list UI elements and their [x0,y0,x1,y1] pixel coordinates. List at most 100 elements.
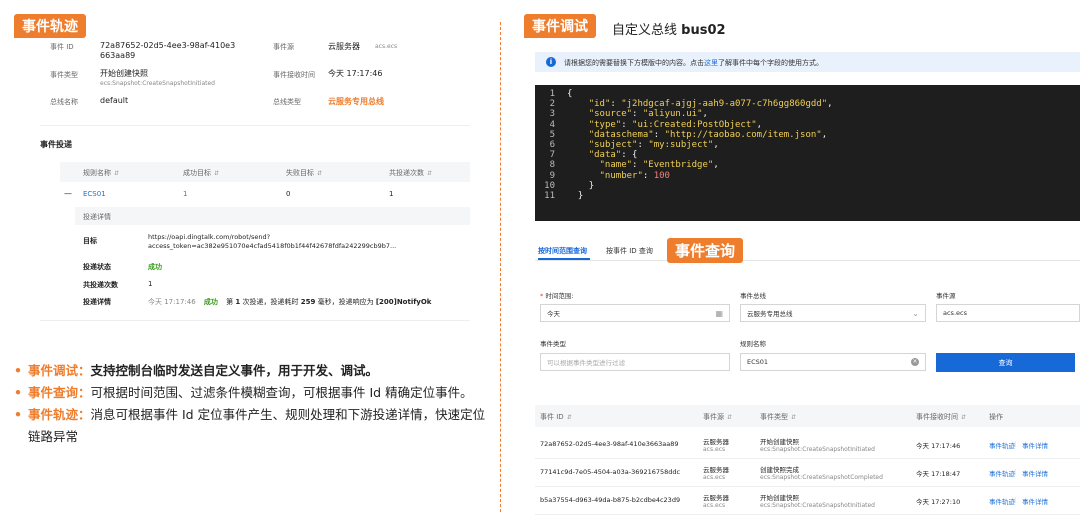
row-event-id: 77141c9d-7e05-4504-a03a-369216758ddc [540,468,681,476]
count-value: 1 [148,280,153,288]
event-source-value: 云服务器 [328,42,360,51]
target-value-line2: access_token=ac382e951070e4cfad5418f0b1f… [148,242,397,250]
sort-icon[interactable]: ⇵ [114,170,119,177]
event-detail-link[interactable]: 事件详情 [1022,496,1048,506]
receive-time-label: 事件接收时间 [273,71,315,79]
col-event-type[interactable]: 事件类型 ⇵ [760,412,796,422]
query-button[interactable]: 查询 [936,353,1075,372]
event-detail-link[interactable]: 事件详情 [1022,440,1048,450]
row-type: 创建快照完成 [760,466,799,474]
col-actions: 操作 [989,413,1003,421]
tab-event-id[interactable]: 按事件 ID 查询 [606,246,653,256]
collapse-row-icon[interactable]: — [64,189,72,198]
chevron-down-icon: ⌄ [912,308,919,318]
row-source-sub: acs.ecs [703,502,726,509]
sort-icon[interactable]: ⇵ [214,170,219,177]
event-bus-label: 事件总线 [740,292,766,300]
col-rule-name[interactable]: 规则名称 ⇵ [83,168,119,178]
bullet-debug: • 事件调试：支持控制台临时发送自定义事件，用于开发、调试。 [14,363,379,378]
code-line: 4 "type": "ui:Created:PostObject", [549,119,763,130]
event-type-value: 开始创建快照 [100,69,148,78]
event-trace-link[interactable]: 事件轨迹 [989,496,1015,506]
tab-time-range[interactable]: 按时间范围查询 [538,246,587,256]
row-time: 今天 17:27:10 [916,498,961,506]
row-source: 云服务器 [703,438,729,446]
bus-type-label: 总线类型 [273,98,301,106]
code-line: 7 "data": { [549,150,638,161]
col-delivery-count[interactable]: 共投递次数 ⇵ [389,168,432,178]
action-separator: | [1014,496,1017,504]
code-line: 1{ [549,89,573,99]
rule-link[interactable]: ECS01 [83,190,106,198]
page-title: 自定义总线 bus02 [612,23,726,38]
event-bus-select[interactable]: 云服务专用总线 ⌄ [740,304,926,322]
success-count: 1 [183,190,188,198]
status-value: 成功 [148,263,162,271]
event-trace-link[interactable]: 事件轨迹 [989,468,1015,478]
event-trace-badge: 事件轨迹 [14,14,86,38]
col-event-id[interactable]: 事件 ID ⇵ [540,412,572,422]
event-debug-badge: 事件调试 [524,14,596,38]
sort-icon[interactable]: ⇵ [961,414,966,421]
event-json-editor[interactable]: 1{2 "id": "j2hdgcaf-ajgj-aah9-a077-c7h6g… [535,85,1080,221]
row-source: 云服务器 [703,494,729,502]
sort-icon[interactable]: ⇵ [427,170,432,177]
event-source-label: 事件源 [273,43,294,51]
row-source: 云服务器 [703,466,729,474]
event-query-badge: 事件查询 [667,238,744,263]
fail-count: 0 [286,190,291,198]
bus-type-value: 云服务专用总线 [328,97,384,106]
rule-name-label: 规则名称 [740,340,766,348]
notice-text: 请根据您的需要替换下方模版中的内容。点击这里了解事件中每个字段的使用方式。 [564,59,823,67]
event-id-value: 72a87652-02d5-4ee3-98af-410e3663aa89 [100,41,236,60]
sort-icon[interactable]: ⇵ [791,414,796,421]
notice-link[interactable]: 这里 [704,59,718,67]
row-type: 开始创建快照 [760,494,799,502]
event-trace-link[interactable]: 事件轨迹 [989,440,1015,450]
event-id-label: 事件 ID [50,43,74,51]
calendar-icon: ▦ [715,308,723,318]
sort-icon[interactable]: ⇵ [727,414,732,421]
row-source-sub: acs.ecs [703,474,726,481]
row-event-id: b5a37554-d963-49da-b875-b2cdbe4c23d9 [540,496,681,504]
clear-icon[interactable]: × [911,358,919,366]
row-type: 开始创建快照 [760,438,799,446]
code-line: 5 "dataschema": "http://taobao.com/item.… [549,129,828,140]
detail-line: 今天 17:17:46 成功 第 1 次投递，投递耗时 259 毫秒，投递响应为… [148,298,432,306]
delivery-detail-header [75,207,470,225]
feature-bullets: • 事件调试：支持控制台临时发送自定义事件，用于开发、调试。 • 事件查询：可根… [14,360,494,448]
code-line: 3 "source": "aliyun.ui", [549,109,708,120]
col-fail-target[interactable]: 失败目标 ⇵ [286,168,322,178]
code-line: 10 } [544,180,595,191]
event-type-input[interactable]: 可以根据事件类型进行过滤 [540,353,730,371]
bus-name-value: default [100,96,129,105]
bus-name-label: 总线名称 [50,98,78,106]
col-receive-time[interactable]: 事件接收时间 ⇵ [916,412,966,422]
sort-icon[interactable]: ⇵ [317,170,322,177]
event-source-input[interactable]: acs.ecs [936,304,1080,322]
detail-label: 投递详情 [83,298,111,306]
event-source-sub: acs.ecs [375,43,398,50]
bullet-query: • 事件查询：可根据时间范围、过滤条件模糊查询，可根据事件 Id 精确定位事件。 [14,385,473,400]
status-label: 投递状态 [83,263,111,271]
info-icon: i [546,57,556,67]
code-line: 9 "number": 100 [549,170,670,181]
event-type-sub: ecs:Snapshot:CreateSnapshotInitiated [100,80,215,87]
section-divider [500,22,501,512]
row-type-sub: ecs:Snapshot:CreateSnapshotCompleted [760,474,883,481]
count-label: 共投递次数 [83,281,118,289]
col-success-target[interactable]: 成功目标 ⇵ [183,168,219,178]
event-type-filter-label: 事件类型 [540,340,566,348]
rule-name-input[interactable]: ECS01 × [740,353,926,371]
event-detail-link[interactable]: 事件详情 [1022,468,1048,478]
time-range-input[interactable]: 今天 ▦ [540,304,730,322]
time-range-label: * 时间范围: [540,292,574,300]
col-event-source[interactable]: 事件源 ⇵ [703,412,732,422]
row-time: 今天 17:18:47 [916,470,961,478]
sort-icon[interactable]: ⇵ [567,414,572,421]
row-event-id: 72a87652-02d5-4ee3-98af-410e3663aa89 [540,440,679,448]
row-source-sub: acs.ecs [703,446,726,453]
code-line: 11 } [544,191,584,202]
action-separator: | [1014,440,1017,448]
delivery-count: 1 [389,190,394,198]
